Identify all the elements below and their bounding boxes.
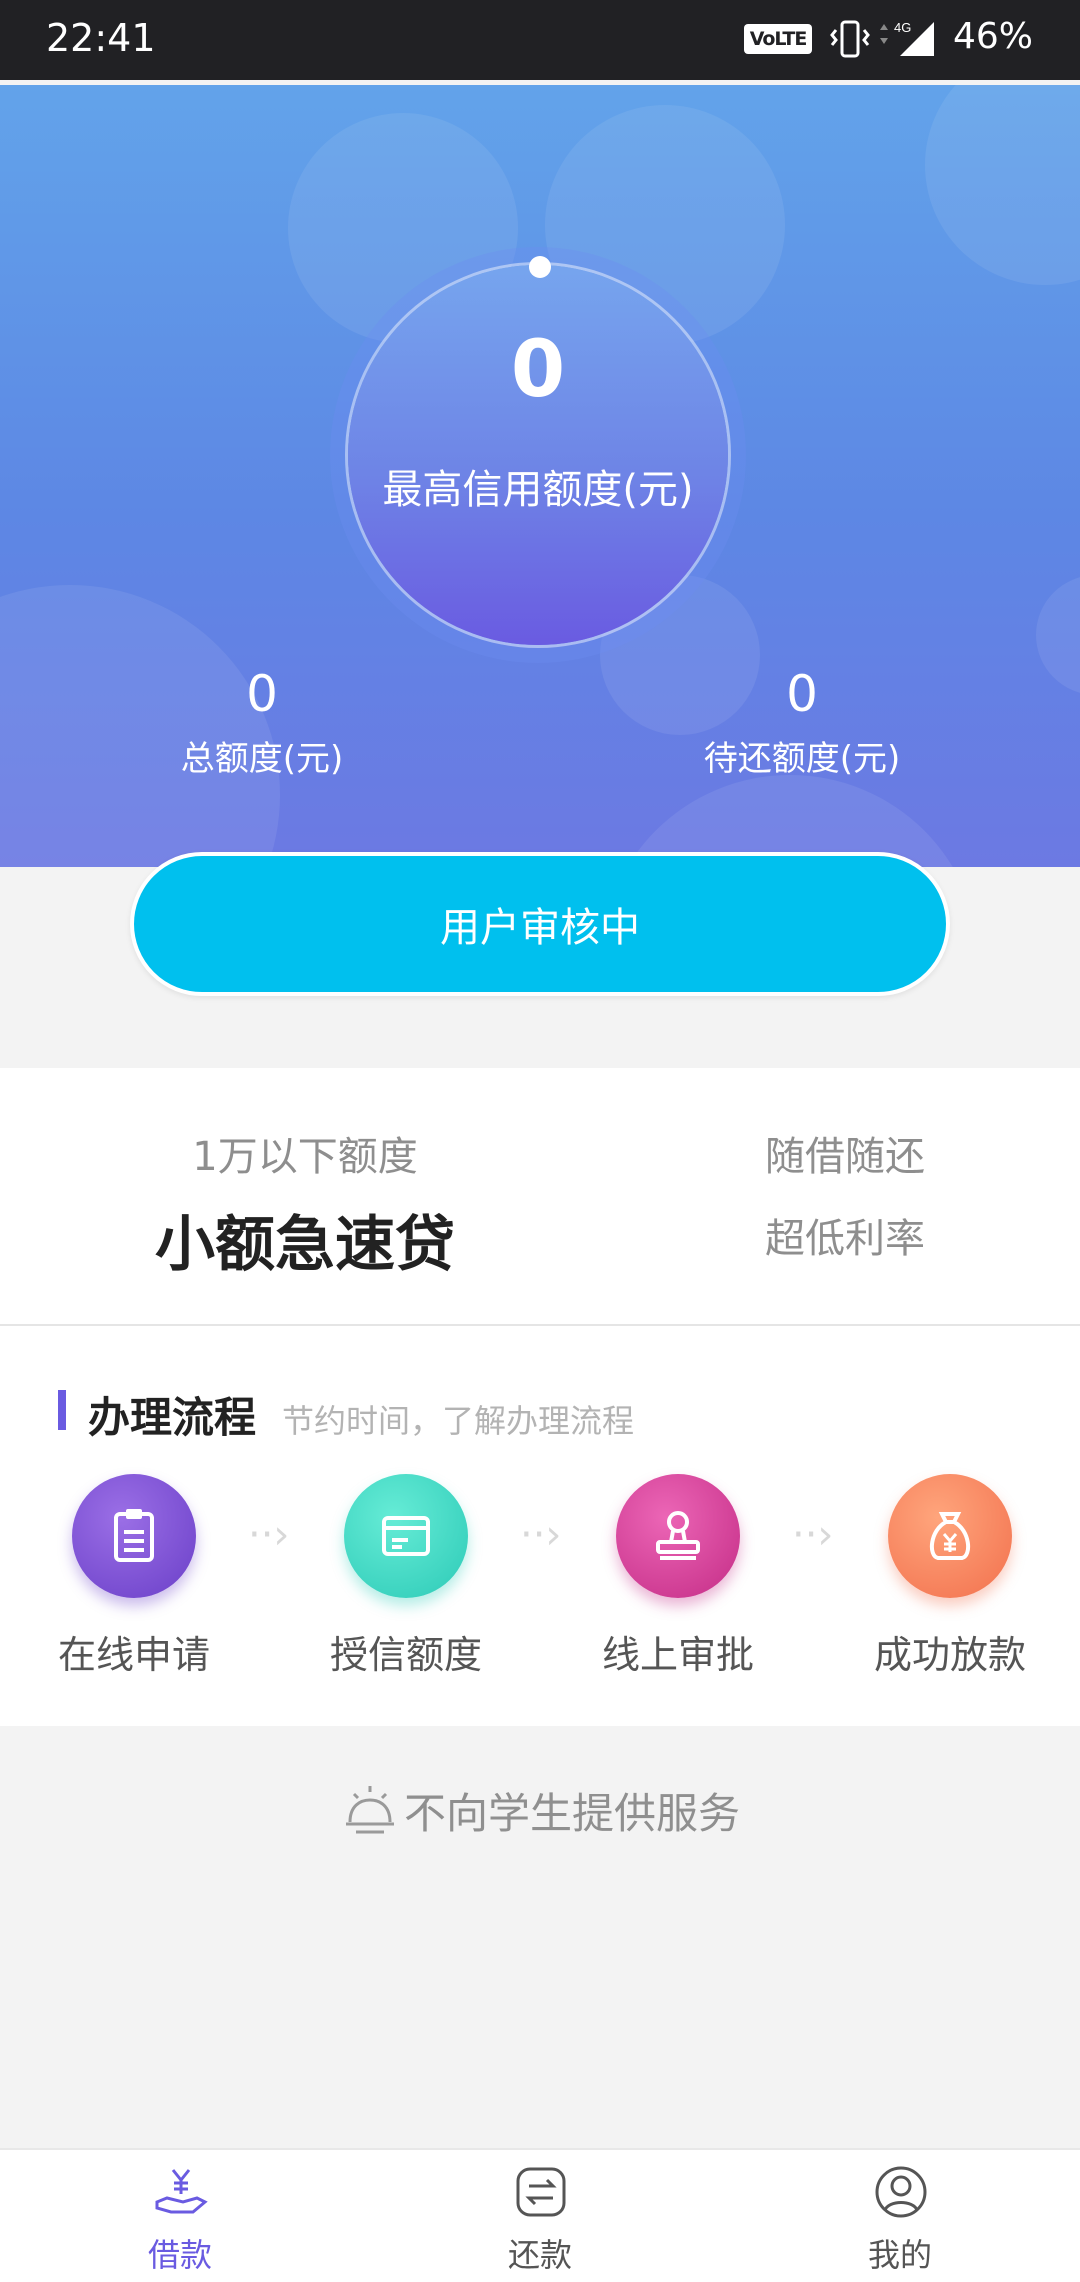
total-credit-label: 总额度(元) bbox=[180, 739, 344, 779]
repay-icon bbox=[513, 2164, 569, 2220]
step-online-approval: 线上审批 bbox=[601, 1633, 754, 1677]
step-online-apply: 在线申请 bbox=[57, 1633, 210, 1677]
bg-bubble bbox=[0, 585, 280, 867]
process-section: 办理流程 节约时间，了解办理流程 在线申请 ··› 授信额度 ··› 线上审批 … bbox=[0, 1326, 1080, 1726]
product-title: 小额急速贷 bbox=[155, 1210, 455, 1280]
bg-bubble bbox=[925, 85, 1080, 285]
volte-badge: VoLTE bbox=[744, 24, 812, 54]
tab-loan[interactable]: 借款 bbox=[0, 2150, 360, 2282]
stamp-icon bbox=[616, 1474, 740, 1598]
clipboard-icon bbox=[72, 1474, 196, 1598]
progress-dot bbox=[529, 256, 551, 278]
bell-icon bbox=[340, 1782, 400, 1852]
product-card[interactable]: 1万以下额度 小额急速贷 随借随还 超低利率 bbox=[0, 1068, 1080, 1326]
total-credit-value: 0 bbox=[246, 665, 278, 723]
bottom-tab-bar: 借款 还款 我的 bbox=[0, 2148, 1080, 2282]
credit-circle bbox=[348, 265, 728, 645]
pending-repay-value: 0 bbox=[786, 665, 818, 723]
card-icon bbox=[344, 1474, 468, 1598]
tab-loan-label: 借款 bbox=[147, 2236, 212, 2274]
step-credit-grant: 授信额度 bbox=[329, 1633, 482, 1677]
feature-low-rate: 超低利率 bbox=[765, 1216, 925, 1262]
vibrate-icon bbox=[830, 18, 870, 64]
process-title: 办理流程 bbox=[88, 1393, 257, 1442]
money-bag-icon bbox=[888, 1474, 1012, 1598]
tab-mine[interactable]: 我的 bbox=[720, 2150, 1080, 2282]
tab-repay[interactable]: 还款 bbox=[360, 2150, 720, 2282]
review-status-button[interactable]: 用户审核中 bbox=[130, 852, 950, 996]
process-subtitle: 节约时间，了解办理流程 bbox=[282, 1402, 635, 1440]
tab-mine-label: 我的 bbox=[867, 2236, 932, 2274]
status-time: 22:41 bbox=[46, 16, 156, 60]
step-arrow-icon: ··› bbox=[248, 1512, 290, 1558]
pending-repay-label: 待还额度(元) bbox=[703, 739, 901, 779]
loan-hand-icon bbox=[153, 2164, 209, 2220]
step-loan-disbursed: 成功放款 bbox=[873, 1633, 1026, 1677]
bg-bubble bbox=[1036, 575, 1080, 695]
status-bar: 22:41 VoLTE 4G 46% bbox=[0, 0, 1080, 80]
network-type: 4G bbox=[894, 20, 911, 35]
max-credit-label: 最高信用额度(元) bbox=[382, 467, 694, 513]
feature-flexible-repay: 随借随还 bbox=[765, 1134, 925, 1180]
step-arrow-icon: ··› bbox=[792, 1512, 834, 1558]
signal-icon: 4G bbox=[878, 18, 940, 64]
tab-repay-label: 还款 bbox=[507, 2236, 572, 2274]
credit-hero: 0 最高信用额度(元) 0 总额度(元) 0 待还额度(元) bbox=[0, 85, 1080, 867]
max-credit-value: 0 bbox=[510, 325, 566, 415]
battery-level: 46% bbox=[953, 16, 1034, 57]
notice-banner: 不向学生提供服务 bbox=[0, 1780, 1080, 1852]
credit-limit-text: 1万以下额度 bbox=[192, 1134, 418, 1180]
step-arrow-icon: ··› bbox=[520, 1512, 562, 1558]
user-icon bbox=[873, 2164, 929, 2220]
notice-text: 不向学生提供服务 bbox=[403, 1789, 740, 1838]
section-accent-bar bbox=[58, 1390, 66, 1430]
review-status-label: 用户审核中 bbox=[440, 905, 640, 951]
